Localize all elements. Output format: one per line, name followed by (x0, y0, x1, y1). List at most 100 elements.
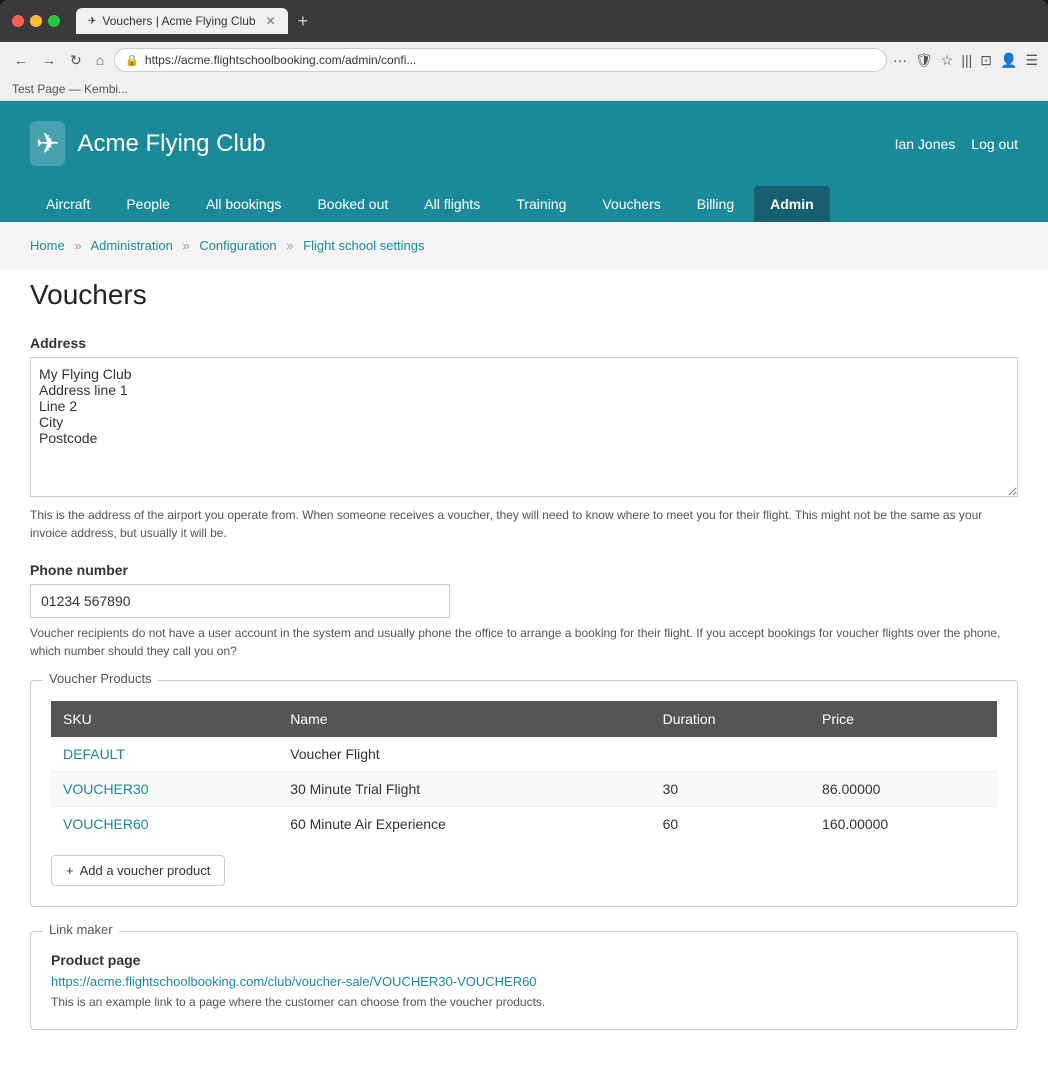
overflow-menu-icon[interactable]: ··· (893, 52, 907, 68)
url-display: https://acme.flightschoolbooking.com/adm… (145, 53, 876, 67)
col-name: Name (278, 701, 650, 737)
breadcrumb-sep-2: » (182, 238, 189, 253)
home-button[interactable]: ⌂ (92, 50, 108, 70)
header-auth: Ian Jones Log out (895, 136, 1018, 152)
sku-link-voucher60[interactable]: VOUCHER60 (63, 816, 149, 832)
site-name: Acme Flying Club (77, 130, 265, 158)
add-icon: + (66, 863, 74, 878)
price-cell: 160.00000 (810, 807, 997, 842)
breadcrumb-flight-school-settings[interactable]: Flight school settings (303, 238, 424, 253)
link-maker-panel: Link maker Product page https://acme.fli… (30, 931, 1018, 1030)
plane-icon: ✈ (36, 127, 59, 160)
table-row: DEFAULT Voucher Flight (51, 737, 997, 772)
bookmarks-bar: Test Page — Kembi... (0, 78, 1048, 101)
col-sku: SKU (51, 701, 278, 737)
nav-all-bookings[interactable]: All bookings (190, 186, 298, 222)
tab-favicon-icon: ✈ (88, 16, 96, 27)
page-wrapper: ✈ Acme Flying Club Ian Jones Log out Air… (0, 101, 1048, 1070)
forward-button[interactable]: → (38, 50, 60, 70)
reload-button[interactable]: ↻ (66, 50, 86, 71)
menu-icon[interactable]: ☰ (1025, 52, 1038, 69)
sku-cell: DEFAULT (51, 737, 278, 772)
name-cell: Voucher Flight (278, 737, 650, 772)
tab-icon[interactable]: ⊡ (980, 52, 992, 69)
browser-chrome: ✈ Vouchers | Acme Flying Club ✕ + ← → ↻ … (0, 0, 1048, 101)
breadcrumb-sep-1: » (74, 238, 81, 253)
tab-bar: ✈ Vouchers | Acme Flying Club ✕ + (76, 8, 1036, 34)
main-nav: Aircraft People All bookings Booked out … (0, 186, 1048, 222)
bookmark-icon[interactable]: 🛡 (915, 52, 933, 69)
logo-icon-container: ✈ (30, 121, 65, 166)
link-maker-panel-title: Link maker (43, 922, 119, 937)
nav-people[interactable]: People (110, 186, 186, 222)
tab-title: Vouchers | Acme Flying Club (102, 14, 255, 28)
table-row: VOUCHER60 60 Minute Air Experience 60 16… (51, 807, 997, 842)
sku-link-default[interactable]: DEFAULT (63, 746, 125, 762)
address-textarea[interactable]: My Flying Club Address line 1 Line 2 Cit… (30, 357, 1018, 497)
name-cell: 60 Minute Air Experience (278, 807, 650, 842)
nav-booked-out[interactable]: Booked out (301, 186, 404, 222)
voucher-products-content: SKU Name Duration Price DEFAULT Voucher … (31, 681, 1017, 906)
collections-icon[interactable]: ||| (961, 52, 972, 68)
table-header-row: SKU Name Duration Price (51, 701, 997, 737)
phone-input[interactable] (30, 584, 450, 618)
col-duration: Duration (651, 701, 810, 737)
nav-aircraft[interactable]: Aircraft (30, 186, 106, 222)
browser-titlebar: ✈ Vouchers | Acme Flying Club ✕ + (0, 8, 1048, 42)
profile-icon[interactable]: 👤 (1000, 52, 1017, 69)
add-voucher-product-button[interactable]: + Add a voucher product (51, 855, 225, 886)
tab-close-icon[interactable]: ✕ (266, 14, 276, 28)
link-maker-content: Product page https://acme.flightschoolbo… (31, 932, 1017, 1029)
price-cell: 86.00000 (810, 772, 997, 807)
breadcrumb-sep-3: » (286, 238, 293, 253)
site-header: ✈ Acme Flying Club Ian Jones Log out (0, 101, 1048, 186)
product-page-link[interactable]: https://acme.flightschoolbooking.com/clu… (51, 974, 997, 989)
voucher-products-panel-title: Voucher Products (43, 671, 158, 686)
new-tab-button[interactable]: + (292, 9, 315, 34)
security-icon: 🔒 (125, 54, 139, 67)
product-page-help: This is an example link to a page where … (51, 995, 997, 1009)
active-tab[interactable]: ✈ Vouchers | Acme Flying Club ✕ (76, 8, 288, 34)
bookmark-item[interactable]: Test Page — Kembi... (12, 82, 128, 96)
toolbar-icons: ··· 🛡 ☆ ||| ⊡ 👤 ☰ (893, 52, 1038, 69)
star-icon[interactable]: ☆ (941, 52, 954, 69)
phone-section: Phone number Voucher recipients do not h… (30, 562, 1018, 660)
address-help: This is the address of the airport you o… (30, 506, 1018, 542)
sku-link-voucher30[interactable]: VOUCHER30 (63, 781, 149, 797)
breadcrumb: Home » Administration » Configuration » … (0, 222, 1048, 269)
nav-training[interactable]: Training (500, 186, 582, 222)
breadcrumb-home[interactable]: Home (30, 238, 65, 253)
breadcrumb-configuration[interactable]: Configuration (199, 238, 276, 253)
maximize-button[interactable] (48, 15, 60, 27)
nav-admin[interactable]: Admin (754, 186, 830, 222)
duration-cell (651, 737, 810, 772)
nav-all-flights[interactable]: All flights (408, 186, 496, 222)
price-cell (810, 737, 997, 772)
sku-cell: VOUCHER60 (51, 807, 278, 842)
voucher-products-table: SKU Name Duration Price DEFAULT Voucher … (51, 701, 997, 841)
col-price: Price (810, 701, 997, 737)
phone-help: Voucher recipients do not have a user ac… (30, 624, 1018, 660)
sku-cell: VOUCHER30 (51, 772, 278, 807)
minimize-button[interactable] (30, 15, 42, 27)
traffic-lights (12, 15, 60, 27)
table-row: VOUCHER30 30 Minute Trial Flight 30 86.0… (51, 772, 997, 807)
nav-billing[interactable]: Billing (681, 186, 750, 222)
duration-cell: 60 (651, 807, 810, 842)
username-display: Ian Jones (895, 136, 956, 152)
address-section: Address My Flying Club Address line 1 Li… (30, 335, 1018, 542)
add-voucher-label: Add a voucher product (80, 863, 211, 878)
close-button[interactable] (12, 15, 24, 27)
back-button[interactable]: ← (10, 50, 32, 70)
voucher-products-panel: Voucher Products SKU Name Duration Price (30, 680, 1018, 907)
breadcrumb-administration[interactable]: Administration (90, 238, 172, 253)
nav-vouchers[interactable]: Vouchers (586, 186, 676, 222)
main-content: Vouchers Address My Flying Club Address … (0, 269, 1048, 1070)
logout-link[interactable]: Log out (971, 136, 1018, 152)
page-title: Vouchers (30, 279, 1018, 311)
site-logo: ✈ Acme Flying Club (30, 121, 266, 166)
address-bar[interactable]: 🔒 https://acme.flightschoolbooking.com/a… (114, 48, 887, 72)
duration-cell: 30 (651, 772, 810, 807)
phone-label: Phone number (30, 562, 1018, 578)
name-cell: 30 Minute Trial Flight (278, 772, 650, 807)
